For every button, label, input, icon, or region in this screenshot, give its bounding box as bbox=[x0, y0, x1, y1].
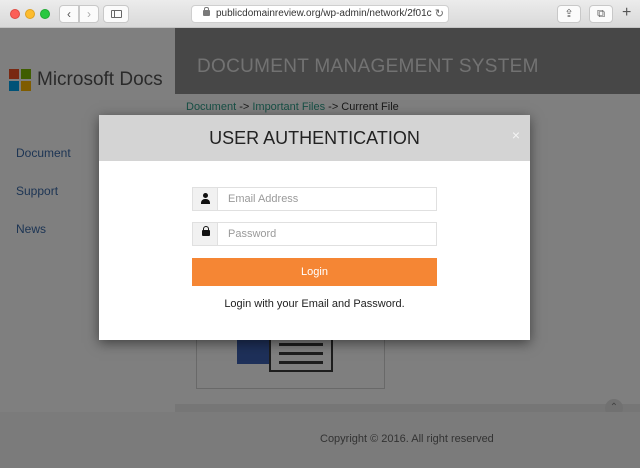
password-lock-icon bbox=[202, 226, 210, 236]
email-addon bbox=[193, 188, 218, 210]
back-button[interactable]: ‹ bbox=[59, 5, 79, 23]
password-input[interactable] bbox=[220, 223, 435, 245]
minimize-window-button[interactable] bbox=[25, 9, 35, 19]
reload-icon[interactable]: ↻ bbox=[435, 6, 444, 22]
sidebar-icon bbox=[111, 10, 122, 18]
user-icon bbox=[201, 193, 210, 204]
close-window-button[interactable] bbox=[10, 9, 20, 19]
modal-title: USER AUTHENTICATION bbox=[209, 128, 420, 148]
share-button[interactable]: ⇪ bbox=[557, 5, 581, 23]
share-icon: ⇪ bbox=[564, 8, 574, 20]
email-input[interactable] bbox=[220, 188, 435, 210]
email-field-group bbox=[192, 187, 437, 211]
forward-button[interactable]: › bbox=[79, 5, 99, 23]
modal-header: USER AUTHENTICATION × bbox=[99, 115, 530, 161]
login-button[interactable]: Login bbox=[192, 258, 437, 286]
browser-toolbar: ‹ › publicdomainreview.org/wp-admin/netw… bbox=[0, 0, 640, 28]
url-text: publicdomainreview.org/wp-admin/network/… bbox=[216, 8, 432, 19]
password-field-group bbox=[192, 222, 437, 246]
close-icon[interactable]: × bbox=[512, 127, 520, 143]
sidebar-toggle-button[interactable] bbox=[103, 5, 129, 23]
show-tabs-button[interactable]: ⧉ bbox=[589, 5, 613, 23]
login-helper-text: Login with your Email and Password. bbox=[224, 298, 405, 310]
auth-modal: USER AUTHENTICATION × Login Login with y… bbox=[99, 115, 530, 340]
lock-icon bbox=[203, 7, 210, 16]
new-tab-button[interactable]: + bbox=[622, 4, 631, 22]
tabs-icon: ⧉ bbox=[597, 8, 605, 20]
address-bar[interactable]: publicdomainreview.org/wp-admin/network/… bbox=[191, 5, 449, 23]
zoom-window-button[interactable] bbox=[40, 9, 50, 19]
password-addon bbox=[193, 223, 218, 245]
